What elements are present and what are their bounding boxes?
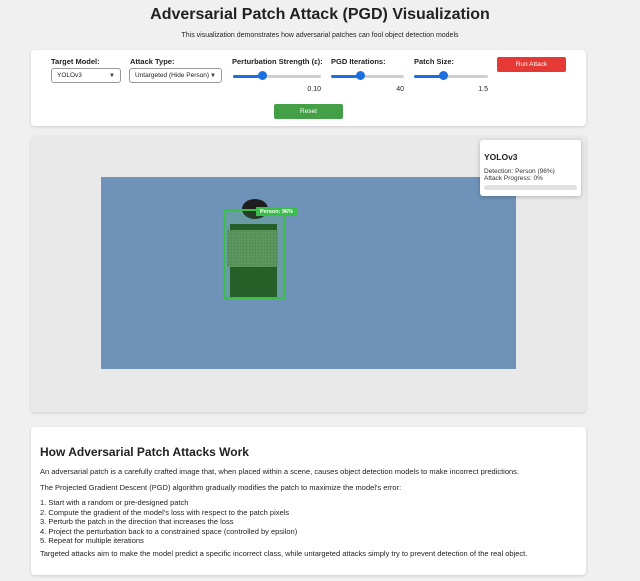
- detection-status: Detection: Person (96%): [484, 168, 555, 175]
- slider-thumb[interactable]: [356, 71, 366, 80]
- chevron-down-icon: ▼: [109, 72, 115, 79]
- patch-size-slider[interactable]: [414, 71, 488, 81]
- list-item: 2. Compute the gradient of the model's l…: [40, 507, 290, 517]
- pgd-steps-list: 1. Start with a random or pre-designed p…: [40, 498, 297, 546]
- iterations-slider[interactable]: [331, 71, 404, 81]
- iterations-label: PGD Iterations:: [331, 57, 386, 66]
- target-model-label: Target Model:: [51, 57, 100, 66]
- attack-progress-bar: [484, 185, 577, 190]
- attack-type-value: Untargeted (Hide Person): [135, 72, 210, 79]
- detection-label: Person: 96%: [256, 207, 297, 216]
- perturbation-value: 0.10: [307, 86, 321, 93]
- attack-type-select[interactable]: Untargeted (Hide Person) ▼: [129, 68, 222, 83]
- scene-canvas: [101, 177, 516, 369]
- attack-type-label: Attack Type:: [130, 57, 175, 66]
- perturbation-label: Perturbation Strength (ε):: [232, 57, 323, 66]
- explanation-title: How Adversarial Patch Attacks Work: [40, 445, 249, 459]
- page-subtitle: This visualization demonstrates how adve…: [181, 32, 459, 39]
- list-item: 5. Repeat for multiple iterations: [40, 536, 144, 545]
- page-title: Adversarial Patch Attack (PGD) Visualiza…: [150, 6, 490, 23]
- perturbation-slider[interactable]: [233, 71, 321, 81]
- explanation-pgd: The Projected Gradient Descent (PGD) alg…: [40, 483, 402, 492]
- target-model-select[interactable]: YOLOv3 ▼: [51, 68, 121, 83]
- explanation-outro: Targeted attacks aim to make the model p…: [40, 549, 528, 558]
- list-item: 3. Perturb the patch in the direction th…: [40, 517, 234, 526]
- patch-size-label: Patch Size:: [414, 57, 455, 66]
- patch-size-value: 1.5: [478, 86, 488, 93]
- chevron-down-icon: ▼: [210, 72, 216, 79]
- attack-progress-text: Attack Progress: 0%: [484, 175, 543, 182]
- explanation-intro: An adversarial patch is a carefully craf…: [40, 467, 520, 476]
- list-item: 4. Project the perturbation back to a co…: [40, 526, 298, 536]
- target-model-value: YOLOv3: [57, 72, 82, 79]
- reset-button[interactable]: Reset: [274, 104, 343, 119]
- iterations-value: 40: [396, 86, 404, 93]
- detection-bounding-box: [223, 209, 285, 299]
- slider-thumb[interactable]: [257, 71, 267, 80]
- run-attack-button[interactable]: Run Attack: [497, 57, 566, 72]
- slider-thumb[interactable]: [439, 71, 449, 80]
- list-item: 1. Start with a random or pre-designed p…: [40, 498, 189, 507]
- model-name: YOLOv3: [484, 152, 518, 162]
